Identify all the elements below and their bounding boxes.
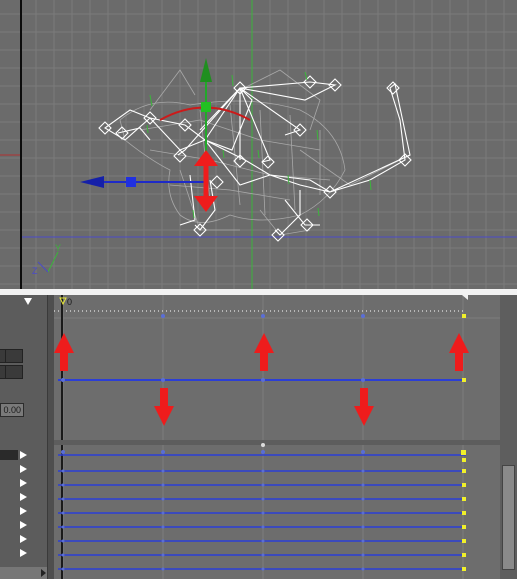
tool-button-4[interactable] [0,365,6,379]
expand-row-icon[interactable] [20,521,27,529]
viewport-3d[interactable]: Y Z [0,0,517,289]
expand-row-icon[interactable] [20,479,27,487]
controller-panel: 0.00 [0,295,48,579]
expand-row-icon[interactable] [20,549,27,557]
curve-canvas: 0 [54,295,500,579]
collapse-triangle-icon[interactable] [24,298,32,305]
track-separator[interactable] [54,440,500,445]
selected-row-indicator [0,450,18,460]
viewport-canvas: Y Z [0,0,517,289]
transform-gizmo[interactable] [80,58,251,212]
curve-editor[interactable]: 0.00 0 [0,295,517,579]
value-field[interactable]: 0.00 [0,403,24,417]
expand-row-icon[interactable] [20,451,27,459]
viewport-grid [0,0,517,289]
curve-end-key[interactable] [462,378,466,382]
expand-row-icon[interactable] [20,493,27,501]
tripod-y-label: Y [55,243,61,253]
horizontal-scrollbar[interactable] [0,567,47,579]
tool-button-3[interactable] [0,349,6,363]
scroll-right-icon[interactable] [41,569,46,577]
vertical-scrollbar-thumb[interactable] [502,465,515,570]
gizmo-y-handle[interactable] [201,102,211,112]
expand-row-icon[interactable] [20,465,27,473]
tool-button-2[interactable] [5,365,23,379]
expand-row-icon[interactable] [20,507,27,515]
separator-handle[interactable] [261,443,265,447]
end-key[interactable] [462,314,466,318]
gizmo-x-handle[interactable] [126,177,136,187]
curve-graph[interactable]: 0 [54,295,500,579]
gizmo-y-arrow-icon[interactable] [200,58,212,82]
expand-row-icon[interactable] [20,535,27,543]
tool-button-1[interactable] [5,349,23,363]
viewport-left-border [20,0,22,289]
gizmo-x-arrow-icon[interactable] [80,176,104,188]
tripod-z-label: Z [32,266,38,276]
time-label: 0 [67,297,72,307]
